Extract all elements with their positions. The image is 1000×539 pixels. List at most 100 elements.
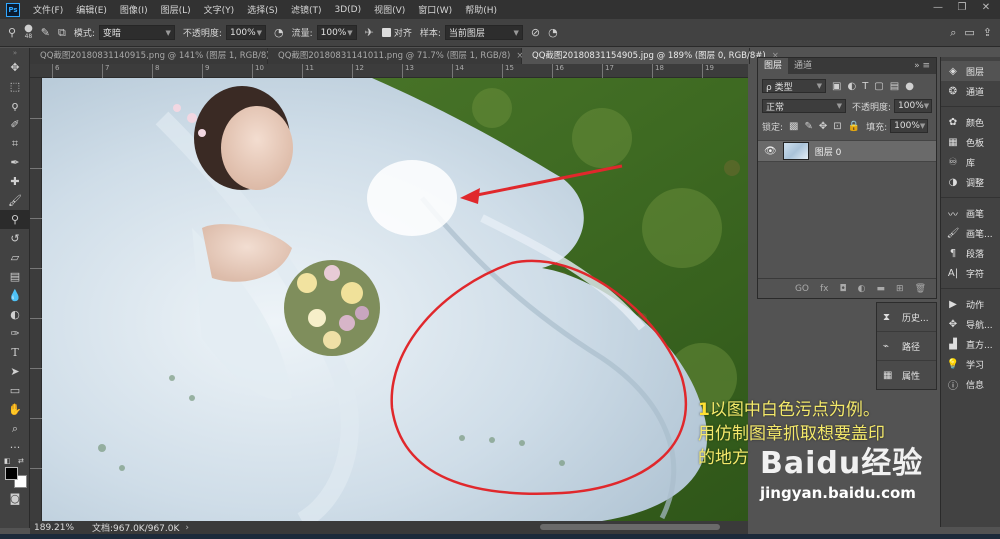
eyedropper-tool-icon[interactable]: ✒ xyxy=(0,153,30,172)
horizontal-scrollbar[interactable] xyxy=(540,524,720,530)
gradient-tool-icon[interactable]: ▤ xyxy=(0,267,30,286)
visibility-eye-icon[interactable]: 👁 xyxy=(764,146,777,157)
lock-pixels-icon[interactable]: ✎ xyxy=(805,121,813,132)
dock-item-info[interactable]: ⓘ 信息 xyxy=(941,374,1000,394)
lasso-tool-icon[interactable]: ϙ xyxy=(0,96,30,115)
zoom-level[interactable]: 189.21% xyxy=(34,523,90,533)
menu-edit[interactable]: 编辑(E) xyxy=(76,3,107,16)
pressure-size-icon[interactable]: ◔ xyxy=(548,26,558,39)
paths-panel-button[interactable]: ⌁ 路径 xyxy=(877,332,936,361)
lock-all-icon[interactable]: 🔒 xyxy=(848,121,860,132)
properties-panel-button[interactable]: ▦ 属性 xyxy=(877,361,936,390)
share-icon[interactable]: ⇪ xyxy=(983,26,992,39)
dock-item-character[interactable]: A| 字符 xyxy=(941,263,1000,283)
zoom-tool-icon[interactable]: ⌕ xyxy=(0,419,30,438)
dock-item-actions[interactable]: ▶ 动作 xyxy=(941,294,1000,314)
search-icon[interactable]: ⌕ xyxy=(950,26,956,40)
marquee-tool-icon[interactable]: ⬚ xyxy=(0,77,30,96)
swap-colors-icon[interactable]: ⇄ xyxy=(18,457,24,465)
filter-pixel-icon[interactable]: ▣ xyxy=(832,81,841,92)
restore-button[interactable]: ❐ xyxy=(950,2,974,13)
filter-smart-object-icon[interactable]: ▤ xyxy=(890,81,899,92)
mode-select[interactable]: 变暗 ▼ xyxy=(98,25,175,40)
airbrush-icon[interactable]: ✈ xyxy=(365,26,374,39)
menu-3d[interactable]: 3D(D) xyxy=(334,5,361,15)
clone-stamp-tool-icon[interactable]: ⚲ xyxy=(0,210,30,229)
path-select-tool-icon[interactable]: ➤ xyxy=(0,362,30,381)
blur-tool-icon[interactable]: 💧 xyxy=(0,286,30,305)
history-panel-button[interactable]: ⧗ 历史... xyxy=(877,303,936,332)
panel-menu-icon[interactable]: » ≡ xyxy=(914,61,930,71)
clone-stamp-tool-icon[interactable]: ⚲ xyxy=(8,26,16,39)
eraser-tool-icon[interactable]: ▱ xyxy=(0,248,30,267)
filter-toggle-icon[interactable]: ● xyxy=(905,81,914,92)
fill-field[interactable]: 100% ▼ xyxy=(890,119,929,133)
document-canvas[interactable] xyxy=(42,78,748,521)
close-button[interactable]: ✕ xyxy=(974,2,998,13)
sample-select[interactable]: 当前图层 ▼ xyxy=(444,25,523,40)
dock-item-brushes[interactable]: 〰画笔 xyxy=(941,203,1000,223)
layer-style-icon[interactable]: fx xyxy=(820,284,829,294)
dock-item-swatches[interactable]: ▦ 色板 xyxy=(941,132,1000,152)
pressure-opacity-icon[interactable]: ◔ xyxy=(274,26,284,39)
delete-layer-icon[interactable]: 🗑 xyxy=(915,284,926,294)
dock-item-color[interactable]: ✿ 颜色 xyxy=(941,112,1000,132)
brush-tool-icon[interactable]: 🖌 xyxy=(0,191,30,210)
dodge-tool-icon[interactable]: ◐ xyxy=(0,305,30,324)
opacity-field[interactable]: 100% ▼ xyxy=(225,25,266,40)
quick-mask-icon[interactable]: ◙ xyxy=(0,489,30,508)
healing-brush-tool-icon[interactable]: ✚ xyxy=(0,172,30,191)
tab-document-2[interactable]: QQ截图20180831141011.png @ 71.7% (图层 1, RG… xyxy=(268,48,523,64)
dock-item-histogram[interactable]: ▟ 直方... xyxy=(941,334,1000,354)
minimize-button[interactable]: — xyxy=(926,2,950,13)
quick-select-tool-icon[interactable]: ✐ xyxy=(0,115,30,134)
brush-settings-icon[interactable]: ✎ xyxy=(41,26,50,39)
default-colors-icon[interactable]: ◧ xyxy=(4,457,11,465)
add-mask-icon[interactable]: ◘ xyxy=(840,284,847,294)
tab-channels[interactable]: 通道 xyxy=(788,58,818,74)
menu-layer[interactable]: 图层(L) xyxy=(161,3,191,16)
menu-type[interactable]: 文字(Y) xyxy=(204,3,235,16)
link-layers-icon[interactable]: GO xyxy=(795,284,809,294)
shape-tool-icon[interactable]: ▭ xyxy=(0,381,30,400)
ignore-adjustment-layers-icon[interactable]: ⊘ xyxy=(531,26,540,39)
clone-source-icon[interactable]: ⧉ xyxy=(58,26,66,40)
adjustment-layer-icon[interactable]: ◐ xyxy=(858,284,866,294)
filter-shape-icon[interactable]: ▢ xyxy=(874,81,883,92)
more-tools-icon[interactable]: ··· xyxy=(0,438,30,457)
blend-mode-select[interactable]: 正常 ▼ xyxy=(762,99,846,113)
layer-name[interactable]: 图层 0 xyxy=(815,145,842,158)
dock-item-learn[interactable]: 💡 学习 xyxy=(941,354,1000,374)
type-tool-icon[interactable]: T xyxy=(0,343,30,362)
flow-field[interactable]: 100% ▼ xyxy=(316,25,357,40)
dock-item-channels[interactable]: ❂ 通道 xyxy=(941,81,1000,101)
menu-filter[interactable]: 滤镜(T) xyxy=(291,3,322,16)
dock-item-brush-settings[interactable]: 🖌 画笔... xyxy=(941,223,1000,243)
lock-artboard-icon[interactable]: ⊡ xyxy=(833,121,841,132)
tab-document-1[interactable]: QQ截图20180831140915.png @ 141% (图层 1, RGB… xyxy=(30,48,283,64)
filter-type-icon[interactable]: T xyxy=(862,81,868,92)
dock-item-paragraph[interactable]: ¶ 段落 xyxy=(941,243,1000,263)
workspace-icon[interactable]: ▭ xyxy=(964,26,974,39)
toolbar-grip-icon[interactable]: » xyxy=(0,48,30,58)
layer-opacity-field[interactable]: 100% ▼ xyxy=(894,99,933,113)
status-menu-icon[interactable]: › xyxy=(185,523,189,533)
tab-document-3[interactable]: QQ截图20180831154905.jpg @ 189% (图层 0, RGB… xyxy=(522,48,779,64)
menu-file[interactable]: 文件(F) xyxy=(33,3,63,16)
dock-item-libraries[interactable]: ♾ 库 xyxy=(941,152,1000,172)
new-group-icon[interactable]: ▬ xyxy=(877,284,886,294)
menu-window[interactable]: 窗口(W) xyxy=(418,3,452,16)
brush-preset-picker[interactable]: ● 48 xyxy=(24,23,33,41)
dock-item-navigator[interactable]: ✥ 导航... xyxy=(941,314,1000,334)
dock-item-layers[interactable]: ◈ 图层 xyxy=(941,61,1000,81)
menu-image[interactable]: 图像(I) xyxy=(120,3,148,16)
dock-item-adjustments[interactable]: ◑ 调整 xyxy=(941,172,1000,192)
layer-row[interactable]: 👁 图层 0 xyxy=(758,140,936,162)
filter-adjustment-icon[interactable]: ◐ xyxy=(847,81,856,92)
hand-tool-icon[interactable]: ✋ xyxy=(0,400,30,419)
menu-view[interactable]: 视图(V) xyxy=(374,3,405,16)
layer-filter-select[interactable]: ρ 类型 ▼ xyxy=(762,79,826,93)
menu-help[interactable]: 帮助(H) xyxy=(465,3,497,16)
pen-tool-icon[interactable]: ✑ xyxy=(0,324,30,343)
lock-transparent-icon[interactable]: ▩ xyxy=(789,121,798,132)
